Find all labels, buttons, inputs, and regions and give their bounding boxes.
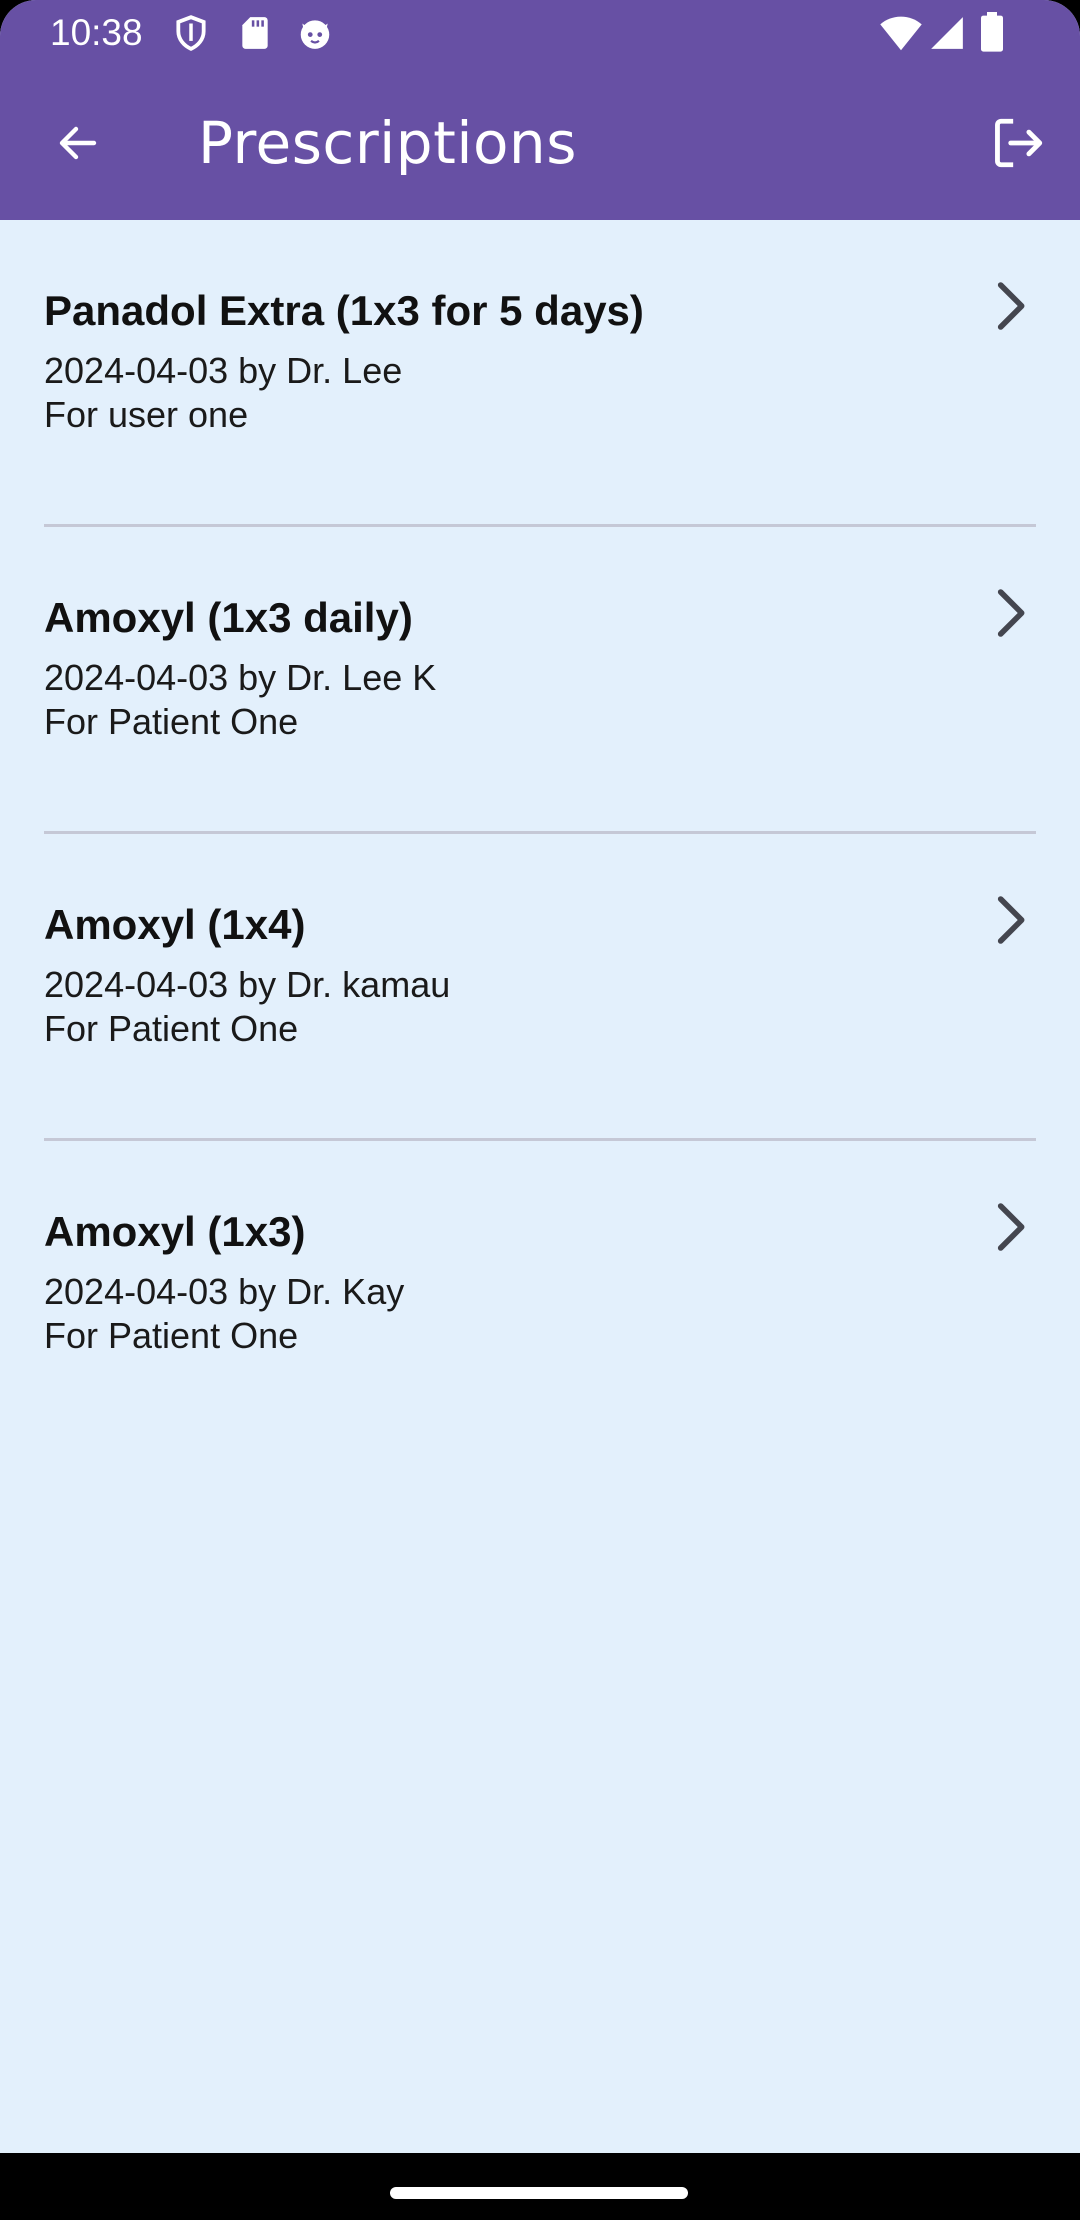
wifi-icon bbox=[880, 14, 922, 52]
list-item[interactable]: Amoxyl (1x4) 2024-04-03 by Dr. kamau For… bbox=[0, 834, 1080, 1141]
arrow-back-icon bbox=[54, 119, 102, 167]
list-item[interactable]: Amoxyl (1x3 daily) 2024-04-03 by Dr. Lee… bbox=[0, 527, 1080, 834]
system-navigation-bar bbox=[0, 2153, 1080, 2220]
prescription-list: Panadol Extra (1x3 for 5 days) 2024-04-0… bbox=[0, 220, 1080, 1448]
chevron-right-icon bbox=[982, 278, 1038, 334]
shield-icon bbox=[172, 14, 210, 52]
prescription-title: Panadol Extra (1x3 for 5 days) bbox=[44, 287, 644, 334]
page-title: Prescriptions bbox=[198, 109, 577, 177]
logout-icon bbox=[989, 114, 1047, 172]
prescription-patient: For Patient One bbox=[44, 1008, 299, 1049]
app-bar: Prescriptions bbox=[0, 66, 1080, 220]
prescription-patient: For user one bbox=[44, 394, 249, 435]
prescription-date-doctor: 2024-04-03 by Dr. Lee K bbox=[44, 657, 437, 698]
prescription-date-doctor: 2024-04-03 by Dr. kamau bbox=[44, 964, 451, 1005]
prescription-title: Amoxyl (1x3) bbox=[44, 1208, 306, 1255]
screen: 10:38 Prescriptions Panadol Extra (1x3 f… bbox=[0, 0, 1080, 2220]
chevron-right-icon bbox=[982, 1199, 1038, 1255]
status-time: 10:38 bbox=[50, 12, 143, 53]
home-gesture-handle[interactable] bbox=[390, 2187, 688, 2199]
prescription-title: Amoxyl (1x3 daily) bbox=[44, 594, 413, 641]
battery-icon bbox=[980, 12, 1004, 52]
prescription-date-doctor: 2024-04-03 by Dr. Kay bbox=[44, 1271, 405, 1312]
prescription-patient: For Patient One bbox=[44, 701, 299, 742]
back-button[interactable] bbox=[36, 101, 120, 185]
top-bar: 10:38 Prescriptions bbox=[0, 0, 1080, 220]
list-item[interactable]: Amoxyl (1x3) 2024-04-03 by Dr. Kay For P… bbox=[0, 1141, 1080, 1448]
chevron-right-icon bbox=[982, 892, 1038, 948]
list-item[interactable]: Panadol Extra (1x3 for 5 days) 2024-04-0… bbox=[0, 220, 1080, 527]
cat-face-icon bbox=[296, 14, 334, 52]
status-bar: 10:38 bbox=[0, 0, 1080, 66]
logout-button[interactable] bbox=[976, 101, 1060, 185]
sd-card-icon bbox=[236, 14, 274, 52]
prescription-patient: For Patient One bbox=[44, 1315, 299, 1356]
chevron-right-icon bbox=[982, 585, 1038, 641]
prescription-date-doctor: 2024-04-03 by Dr. Lee bbox=[44, 350, 403, 391]
cellular-signal-icon bbox=[928, 14, 966, 52]
prescription-title: Amoxyl (1x4) bbox=[44, 901, 306, 948]
